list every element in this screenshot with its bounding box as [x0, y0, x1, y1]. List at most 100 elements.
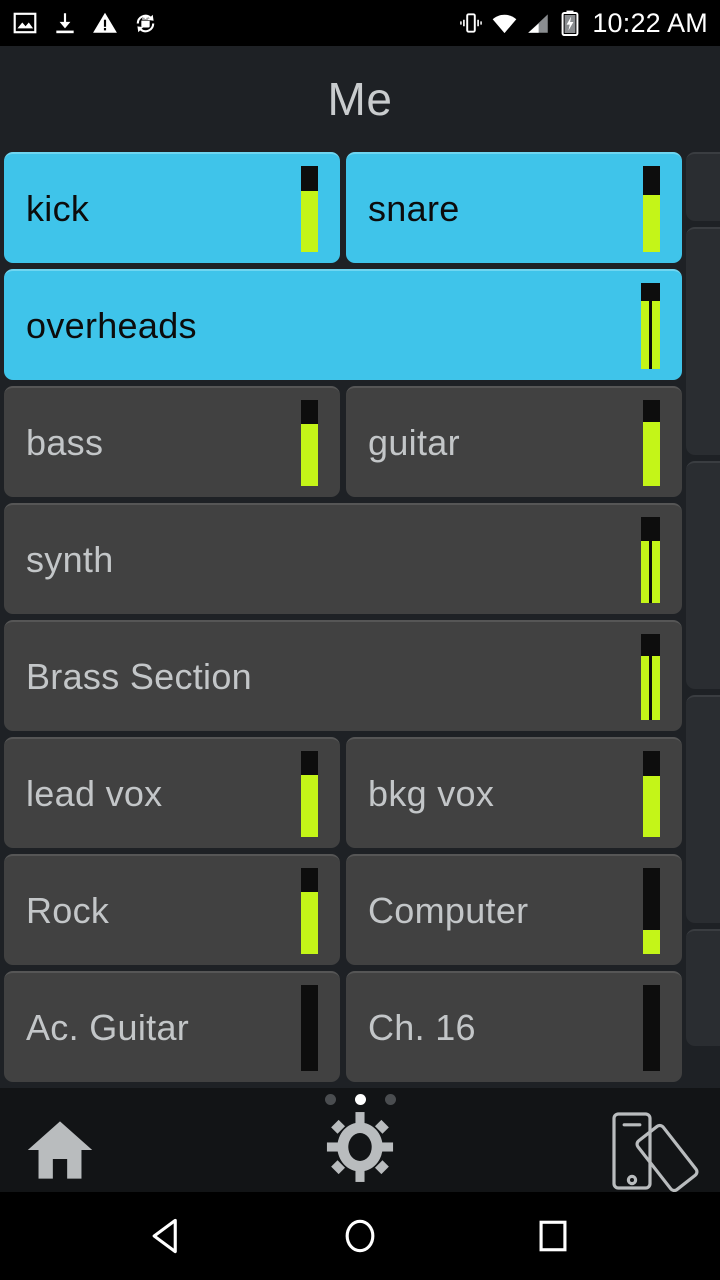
status-bar-left-icons [12, 10, 173, 37]
meter-fill [301, 423, 318, 486]
channel-strip[interactable]: guitar [346, 386, 682, 497]
channel-label: bkg vox [368, 772, 495, 814]
channel-label: Ac. Guitar [26, 1006, 190, 1048]
level-meter-stereo [641, 282, 660, 369]
android-sync-icon [132, 10, 159, 37]
channel-label: bass [26, 421, 104, 463]
channel-strip[interactable]: Ch. 16 [346, 971, 682, 1082]
channel-label: snare [368, 187, 460, 229]
channel-strip[interactable]: bkg vox [346, 737, 682, 848]
channel-row: synth [4, 503, 682, 614]
channel-strip[interactable]: Brass Section [4, 620, 682, 731]
channel-label: Computer [368, 889, 529, 931]
meter-fill [652, 301, 660, 369]
channel-row: bass guitar [4, 386, 682, 497]
channel-row: Brass Section [4, 620, 682, 731]
title-bar: Me [0, 46, 720, 152]
meter-fill [641, 301, 649, 369]
channel-strip[interactable]: Computer [346, 854, 682, 965]
channel-row: overheads [4, 269, 682, 380]
peek-channel-strip[interactable] [686, 152, 720, 221]
level-meter [643, 165, 660, 252]
gear-icon [326, 1112, 394, 1182]
channel-strip[interactable]: lead vox [4, 737, 340, 848]
channel-strip[interactable]: snare [346, 152, 682, 263]
channel-strip[interactable]: overheads [4, 269, 682, 380]
channel-strip[interactable]: synth [4, 503, 682, 614]
page-dot[interactable] [354, 1094, 366, 1105]
peek-channel-strip[interactable] [686, 461, 720, 689]
channel-row: Rock Computer [4, 854, 682, 965]
peek-channel-strip[interactable] [686, 227, 720, 455]
peek-channel-strip[interactable] [686, 929, 720, 1046]
page-dot[interactable] [324, 1094, 336, 1105]
bottom-toolbar [0, 1088, 720, 1193]
status-bar: 10:22 AM [0, 0, 720, 46]
image-icon [12, 10, 38, 36]
meter-fill [301, 891, 318, 954]
channel-label: guitar [368, 421, 460, 463]
channel-row: Ac. Guitar Ch. 16 [4, 971, 682, 1082]
page-indicator-dots [0, 1094, 720, 1105]
level-meter [301, 399, 318, 486]
warning-icon [92, 10, 118, 36]
meter-fill [641, 540, 649, 603]
battery-charging-icon [558, 10, 582, 36]
recents-square-icon [539, 1220, 567, 1252]
home-icon [27, 1121, 93, 1179]
nav-recents-button[interactable] [531, 1214, 575, 1258]
meter-fill [643, 421, 660, 486]
channel-strip[interactable]: Ac. Guitar [4, 971, 340, 1082]
meter-fill [643, 776, 660, 837]
meter-fill [643, 930, 660, 954]
home-circle-icon [345, 1219, 375, 1253]
channel-strip[interactable]: Rock [4, 854, 340, 965]
status-bar-right-icons: 10:22 AM [451, 8, 708, 39]
channel-strip[interactable]: bass [4, 386, 340, 497]
meter-fill [652, 540, 660, 603]
channel-row: lead vox bkg vox [4, 737, 682, 848]
meter-fill [643, 194, 660, 252]
next-page-peek[interactable] [686, 152, 720, 1088]
level-meter [643, 399, 660, 486]
meter-fill [301, 191, 318, 252]
meter-fill [641, 655, 649, 720]
level-meter [301, 750, 318, 837]
signal-icon [525, 10, 551, 36]
meter-fill [652, 655, 660, 720]
nav-back-button[interactable] [145, 1214, 189, 1258]
home-button[interactable] [24, 1116, 96, 1189]
level-meter-stereo [641, 516, 660, 603]
nav-home-button[interactable] [338, 1214, 382, 1258]
app-screen: 10:22 AM Me kick snare overheads bass guitar… [0, 0, 720, 1280]
level-meter [643, 750, 660, 837]
level-meter [301, 165, 318, 252]
page-title: Me [327, 73, 393, 125]
level-meter [643, 984, 660, 1071]
download-icon [52, 10, 78, 36]
channel-row: kick snare [4, 152, 682, 263]
mixer-scroll-area[interactable]: kick snare overheads bass guitar synth Brass S… [0, 152, 720, 1088]
channel-label: lead vox [26, 772, 163, 814]
back-triangle-icon [152, 1218, 177, 1254]
device-rotate-icon [612, 1112, 699, 1193]
android-navigation-bar [0, 1192, 720, 1280]
wifi-icon [491, 10, 518, 37]
mixer-channel-grid: kick snare overheads bass guitar synth Brass S… [0, 152, 686, 1088]
level-meter [643, 867, 660, 954]
status-bar-clock: 10:22 AM [592, 7, 708, 38]
settings-button[interactable] [326, 1112, 394, 1187]
vibrate-icon [458, 10, 484, 36]
device-layout-button[interactable] [610, 1110, 702, 1197]
channel-label: overheads [26, 304, 197, 346]
channel-strip[interactable]: kick [4, 152, 340, 263]
level-meter [301, 984, 318, 1071]
channel-label: Brass Section [26, 655, 252, 697]
page-dot[interactable] [384, 1094, 396, 1105]
level-meter-stereo [641, 633, 660, 720]
channel-label: kick [26, 187, 90, 229]
channel-label: Rock [26, 889, 110, 931]
meter-fill [301, 774, 318, 837]
toolbar-icons [0, 1110, 720, 1193]
peek-channel-strip[interactable] [686, 695, 720, 923]
